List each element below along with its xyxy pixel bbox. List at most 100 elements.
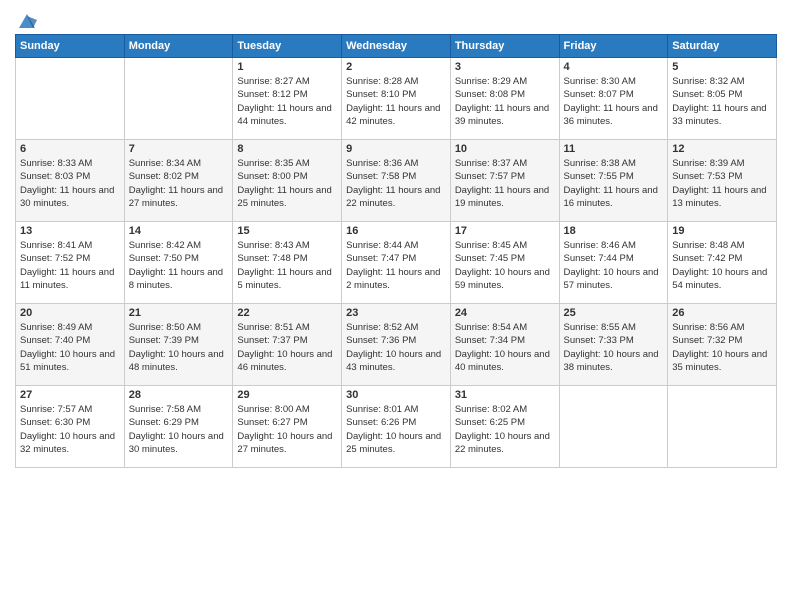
day-number: 31	[455, 389, 555, 401]
logo-icon	[17, 10, 37, 30]
day-number: 6	[20, 143, 120, 155]
day-info: Sunrise: 7:57 AM Sunset: 6:30 PM Dayligh…	[20, 403, 120, 456]
day-info: Sunrise: 8:50 AM Sunset: 7:39 PM Dayligh…	[129, 321, 229, 374]
calendar-row-0: 1Sunrise: 8:27 AM Sunset: 8:12 PM Daylig…	[16, 58, 777, 140]
day-number: 7	[129, 143, 229, 155]
day-number: 13	[20, 225, 120, 237]
calendar-cell: 3Sunrise: 8:29 AM Sunset: 8:08 PM Daylig…	[450, 58, 559, 140]
day-number: 17	[455, 225, 555, 237]
calendar-cell: 16 Sunrise: 8:44 AM Sunset: 7:47 PM Dayli…	[342, 222, 451, 304]
day-info: Sunrise: 8:36 AM Sunset: 7:58 PM Dayligh…	[346, 157, 446, 210]
calendar-cell: 31 Sunrise: 8:02 AM Sunset: 6:25 PM Dayli…	[450, 386, 559, 468]
day-number: 12	[672, 143, 772, 155]
day-info: Sunrise: 8:00 AM Sunset: 6:27 PM Dayligh…	[237, 403, 337, 456]
day-number: 4	[564, 61, 664, 73]
calendar-cell	[124, 58, 233, 140]
calendar-row-2: 13 Sunrise: 8:41 AM Sunset: 7:52 PM Dayli…	[16, 222, 777, 304]
calendar-cell: 24 Sunrise: 8:54 AM Sunset: 7:34 PM Dayli…	[450, 304, 559, 386]
day-info: Sunrise: 7:58 AM Sunset: 6:29 PM Dayligh…	[129, 403, 229, 456]
day-info: Sunrise: 8:39 AM Sunset: 7:53 PM Dayligh…	[672, 157, 772, 210]
calendar-cell: 8 Sunrise: 8:35 AM Sunset: 8:00 PM Daylig…	[233, 140, 342, 222]
day-number: 27	[20, 389, 120, 401]
page-container: SundayMondayTuesdayWednesdayThursdayFrid…	[0, 0, 792, 612]
day-number: 9	[346, 143, 446, 155]
day-info: Sunrise: 8:42 AM Sunset: 7:50 PM Dayligh…	[129, 239, 229, 292]
day-info: Sunrise: 8:37 AM Sunset: 7:57 PM Dayligh…	[455, 157, 555, 210]
day-info: Sunrise: 8:34 AM Sunset: 8:02 PM Dayligh…	[129, 157, 229, 210]
day-info: Sunrise: 8:41 AM Sunset: 7:52 PM Dayligh…	[20, 239, 120, 292]
day-info: Sunrise: 8:49 AM Sunset: 7:40 PM Dayligh…	[20, 321, 120, 374]
calendar-cell: 1Sunrise: 8:27 AM Sunset: 8:12 PM Daylig…	[233, 58, 342, 140]
day-number: 10	[455, 143, 555, 155]
day-info: Sunrise: 8:43 AM Sunset: 7:48 PM Dayligh…	[237, 239, 337, 292]
day-info: Sunrise: 8:32 AM Sunset: 8:05 PM Dayligh…	[672, 75, 772, 128]
calendar-cell	[668, 386, 777, 468]
day-number: 8	[237, 143, 337, 155]
day-info: Sunrise: 8:27 AM Sunset: 8:12 PM Dayligh…	[237, 75, 337, 128]
day-info: Sunrise: 8:02 AM Sunset: 6:25 PM Dayligh…	[455, 403, 555, 456]
day-info: Sunrise: 8:45 AM Sunset: 7:45 PM Dayligh…	[455, 239, 555, 292]
day-number: 28	[129, 389, 229, 401]
day-number: 5	[672, 61, 772, 73]
column-headers: SundayMondayTuesdayWednesdayThursdayFrid…	[16, 35, 777, 58]
day-number: 15	[237, 225, 337, 237]
calendar-row-3: 20Sunrise: 8:49 AM Sunset: 7:40 PM Dayli…	[16, 304, 777, 386]
calendar-cell: 27 Sunrise: 7:57 AM Sunset: 6:30 PM Dayli…	[16, 386, 125, 468]
calendar-cell: 29 Sunrise: 8:00 AM Sunset: 6:27 PM Dayli…	[233, 386, 342, 468]
day-number: 29	[237, 389, 337, 401]
day-info: Sunrise: 8:44 AM Sunset: 7:47 PM Dayligh…	[346, 239, 446, 292]
day-info: Sunrise: 8:38 AM Sunset: 7:55 PM Dayligh…	[564, 157, 664, 210]
calendar-cell: 25 Sunrise: 8:55 AM Sunset: 7:33 PM Dayli…	[559, 304, 668, 386]
day-number: 11	[564, 143, 664, 155]
header	[15, 10, 777, 26]
column-header-monday: Monday	[124, 35, 233, 58]
calendar-cell: 7 Sunrise: 8:34 AM Sunset: 8:02 PM Daylig…	[124, 140, 233, 222]
day-number: 23	[346, 307, 446, 319]
day-info: Sunrise: 8:51 AM Sunset: 7:37 PM Dayligh…	[237, 321, 337, 374]
calendar-cell: 9 Sunrise: 8:36 AM Sunset: 7:58 PM Daylig…	[342, 140, 451, 222]
calendar-cell: 12 Sunrise: 8:39 AM Sunset: 7:53 PM Dayli…	[668, 140, 777, 222]
calendar-cell: 30 Sunrise: 8:01 AM Sunset: 6:26 PM Dayli…	[342, 386, 451, 468]
day-info: Sunrise: 8:28 AM Sunset: 8:10 PM Dayligh…	[346, 75, 446, 128]
calendar-cell: 2Sunrise: 8:28 AM Sunset: 8:10 PM Daylig…	[342, 58, 451, 140]
day-number: 22	[237, 307, 337, 319]
day-info: Sunrise: 8:01 AM Sunset: 6:26 PM Dayligh…	[346, 403, 446, 456]
calendar-row-4: 27 Sunrise: 7:57 AM Sunset: 6:30 PM Dayli…	[16, 386, 777, 468]
day-info: Sunrise: 8:30 AM Sunset: 8:07 PM Dayligh…	[564, 75, 664, 128]
calendar-cell	[559, 386, 668, 468]
calendar-cell: 19 Sunrise: 8:48 AM Sunset: 7:42 PM Dayli…	[668, 222, 777, 304]
calendar-cell: 5 Sunrise: 8:32 AM Sunset: 8:05 PM Daylig…	[668, 58, 777, 140]
column-header-tuesday: Tuesday	[233, 35, 342, 58]
day-info: Sunrise: 8:46 AM Sunset: 7:44 PM Dayligh…	[564, 239, 664, 292]
day-info: Sunrise: 8:54 AM Sunset: 7:34 PM Dayligh…	[455, 321, 555, 374]
day-info: Sunrise: 8:52 AM Sunset: 7:36 PM Dayligh…	[346, 321, 446, 374]
day-info: Sunrise: 8:35 AM Sunset: 8:00 PM Dayligh…	[237, 157, 337, 210]
calendar-cell: 13 Sunrise: 8:41 AM Sunset: 7:52 PM Dayli…	[16, 222, 125, 304]
day-number: 21	[129, 307, 229, 319]
day-info: Sunrise: 8:48 AM Sunset: 7:42 PM Dayligh…	[672, 239, 772, 292]
calendar-cell: 21 Sunrise: 8:50 AM Sunset: 7:39 PM Dayli…	[124, 304, 233, 386]
day-number: 24	[455, 307, 555, 319]
day-number: 14	[129, 225, 229, 237]
day-number: 18	[564, 225, 664, 237]
calendar-cell: 15 Sunrise: 8:43 AM Sunset: 7:48 PM Dayli…	[233, 222, 342, 304]
calendar-cell: 26Sunrise: 8:56 AM Sunset: 7:32 PM Dayli…	[668, 304, 777, 386]
calendar-cell: 17 Sunrise: 8:45 AM Sunset: 7:45 PM Dayli…	[450, 222, 559, 304]
calendar-cell: 6Sunrise: 8:33 AM Sunset: 8:03 PM Daylig…	[16, 140, 125, 222]
column-header-saturday: Saturday	[668, 35, 777, 58]
day-info: Sunrise: 8:55 AM Sunset: 7:33 PM Dayligh…	[564, 321, 664, 374]
column-header-friday: Friday	[559, 35, 668, 58]
calendar-cell: 4 Sunrise: 8:30 AM Sunset: 8:07 PM Daylig…	[559, 58, 668, 140]
calendar-row-1: 6Sunrise: 8:33 AM Sunset: 8:03 PM Daylig…	[16, 140, 777, 222]
day-info: Sunrise: 8:56 AM Sunset: 7:32 PM Dayligh…	[672, 321, 772, 374]
calendar-cell: 28 Sunrise: 7:58 AM Sunset: 6:29 PM Dayli…	[124, 386, 233, 468]
calendar-cell	[16, 58, 125, 140]
day-number: 16	[346, 225, 446, 237]
logo	[15, 10, 37, 26]
day-number: 19	[672, 225, 772, 237]
calendar-cell: 14 Sunrise: 8:42 AM Sunset: 7:50 PM Dayli…	[124, 222, 233, 304]
column-header-thursday: Thursday	[450, 35, 559, 58]
day-number: 30	[346, 389, 446, 401]
day-number: 25	[564, 307, 664, 319]
calendar-cell: 23 Sunrise: 8:52 AM Sunset: 7:36 PM Dayli…	[342, 304, 451, 386]
